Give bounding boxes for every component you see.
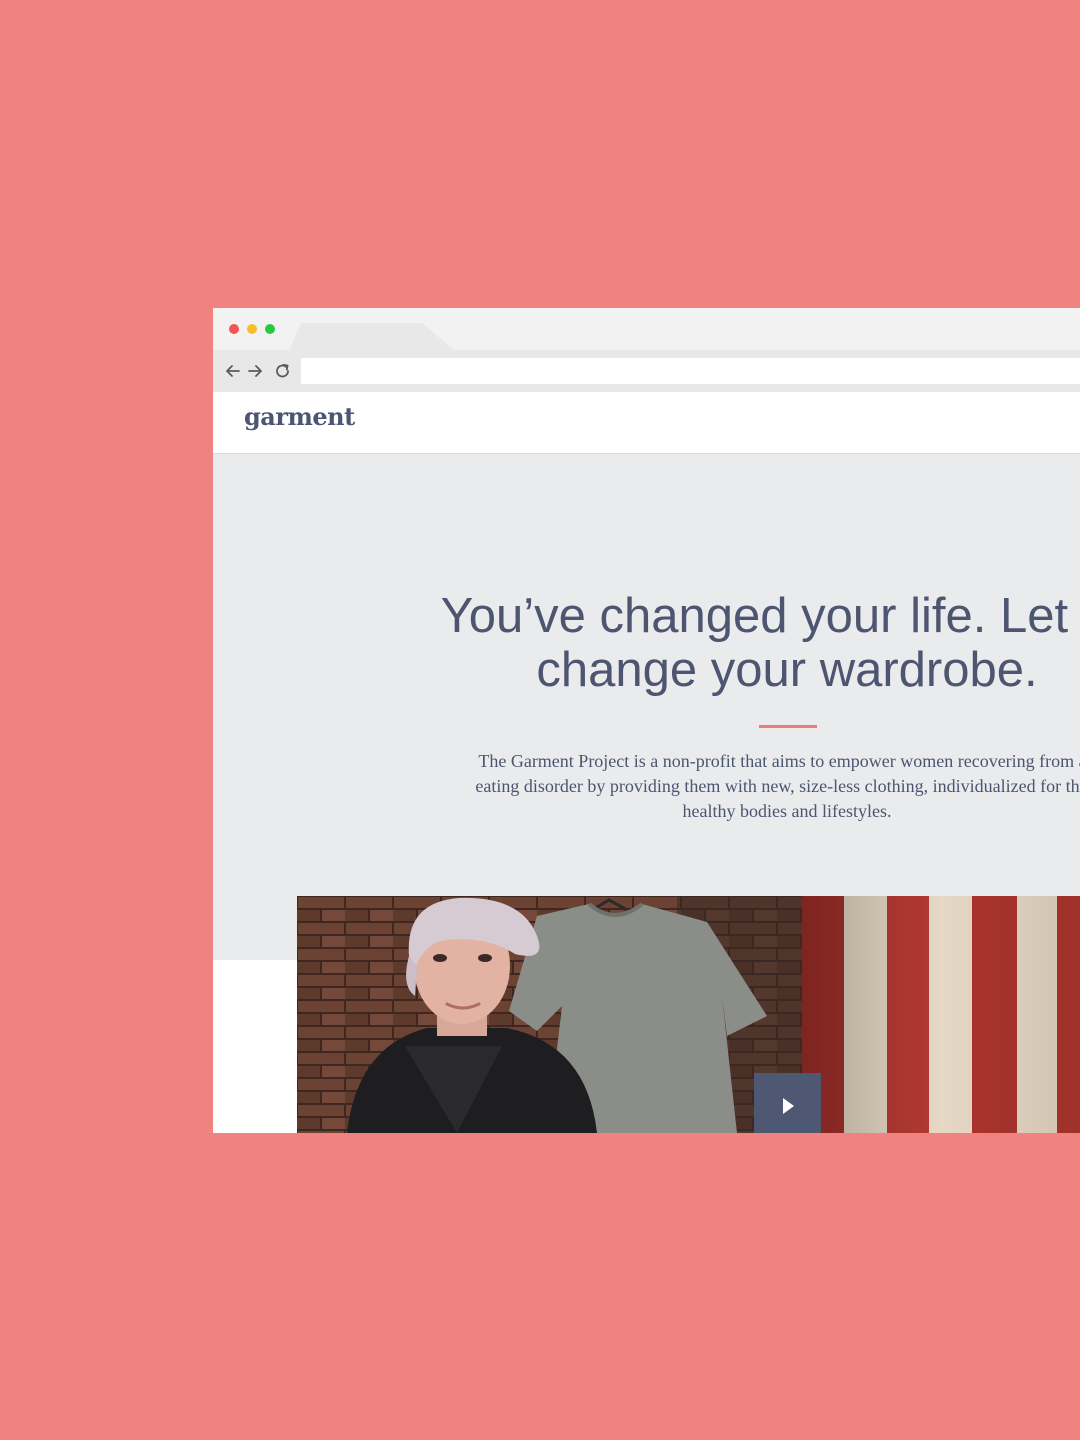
close-window-button[interactable] — [229, 324, 239, 334]
hero-title: You’ve changed your life. Let us change … — [440, 589, 1069, 697]
site-logo[interactable]: garment — [244, 402, 355, 431]
reload-icon[interactable] — [273, 360, 293, 382]
maximize-window-button[interactable] — [265, 324, 275, 334]
video-thumbnail — [297, 896, 1080, 1133]
forward-arrow-icon[interactable] — [245, 360, 265, 382]
browser-tab[interactable] — [289, 323, 454, 350]
site-header: garment — [213, 392, 1080, 454]
back-arrow-icon[interactable] — [223, 360, 243, 382]
video-player[interactable] — [297, 896, 1080, 1133]
browser-toolbar — [213, 350, 1080, 392]
hero-description: The Garment Project is a non-profit that… — [475, 751, 1080, 821]
hero-section: You’ve changed your life. Let us change … — [213, 454, 1080, 960]
play-button[interactable] — [754, 1073, 821, 1133]
browser-title-bar — [213, 308, 1080, 350]
play-icon — [783, 1098, 794, 1114]
browser-window: garment You’ve changed your life. Let us… — [213, 308, 1080, 1133]
hero-divider — [759, 725, 817, 728]
address-bar[interactable] — [301, 358, 1080, 384]
minimize-window-button[interactable] — [247, 324, 257, 334]
